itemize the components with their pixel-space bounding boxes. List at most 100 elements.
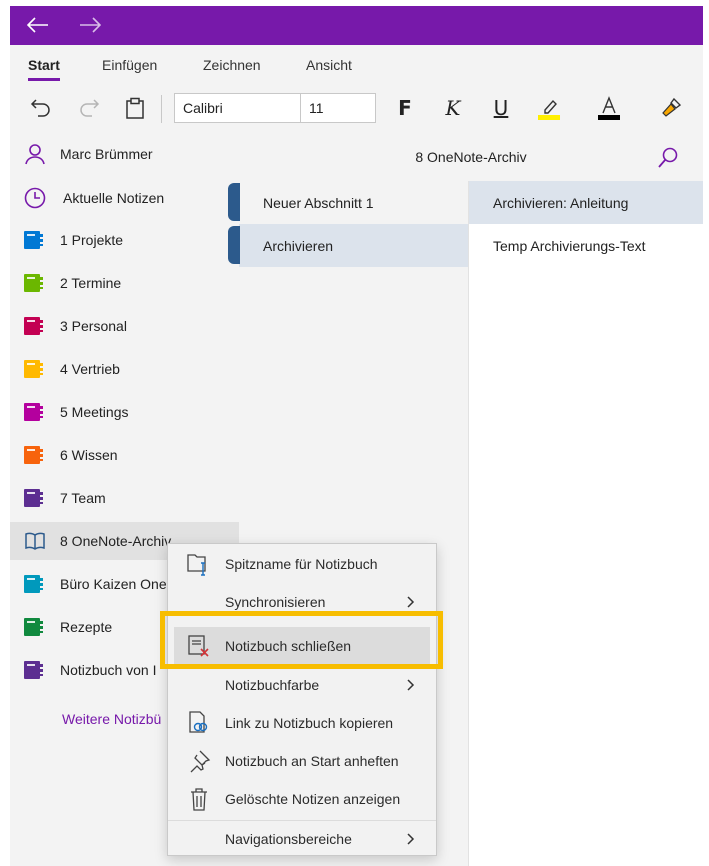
font-size-field[interactable]: 11: [300, 93, 376, 123]
notebook-icon: [24, 358, 46, 380]
undo-button[interactable]: [26, 93, 56, 123]
ribbon: Start Einfügen Zeichnen Ansicht Calibri …: [10, 45, 703, 135]
section-color-tab: [228, 183, 240, 221]
open-book-icon: [24, 530, 46, 552]
tab-ansicht[interactable]: Ansicht: [306, 55, 352, 83]
section-color-tab: [228, 226, 240, 264]
chevron-right-icon: [404, 678, 418, 692]
menu-item-label: Gelöschte Notizen anzeigen: [225, 791, 401, 807]
tab-start[interactable]: Start: [28, 55, 60, 83]
menu-item-pin-to-start[interactable]: Notizbuch an Start anheften: [168, 742, 436, 780]
notebook-label: Rezepte: [60, 619, 113, 635]
notebook-label: 7 Team: [60, 490, 106, 506]
highlight-button[interactable]: [534, 93, 564, 123]
close-notebook-icon: [186, 633, 212, 659]
notebook-item[interactable]: 5 Meetings: [10, 393, 239, 431]
notebook-header: 8 OneNote-Archiv: [239, 135, 703, 181]
menu-item-deleted-notes[interactable]: Gelöschte Notizen anzeigen: [168, 780, 436, 818]
user-name: Marc Brümmer: [60, 146, 153, 162]
menu-item-label: Synchronisieren: [225, 594, 326, 610]
underline-button[interactable]: U: [486, 93, 516, 123]
format-toolbar: Calibri 11 F K U: [10, 91, 703, 127]
recent-notes[interactable]: Aktuelle Notizen: [10, 179, 239, 217]
notebook-item[interactable]: 6 Wissen: [10, 436, 239, 474]
trash-icon: [186, 786, 212, 812]
menu-item-label: Notizbuchfarbe: [225, 677, 320, 693]
arrow-left-icon: [27, 17, 48, 33]
notebook-item[interactable]: 1 Projekte: [10, 221, 239, 259]
bold-button[interactable]: F: [390, 93, 420, 123]
notebook-item[interactable]: 2 Termine: [10, 264, 239, 302]
title-bar: [10, 6, 703, 45]
menu-item-sync[interactable]: Synchronisieren: [168, 583, 436, 621]
clipboard-icon: [126, 97, 144, 119]
notebook-label: 4 Vertrieb: [60, 361, 120, 377]
tab-einfuegen[interactable]: Einfügen: [102, 55, 157, 83]
menu-item-notebook-color[interactable]: Notizbuchfarbe: [168, 666, 436, 704]
section-item[interactable]: Neuer Abschnitt 1: [239, 181, 468, 224]
menu-item-label: Spitzname für Notizbuch: [225, 556, 378, 572]
forward-button[interactable]: [76, 12, 104, 38]
notebook-icon: [24, 401, 46, 423]
menu-item-copy-link[interactable]: Link zu Notizbuch kopieren: [168, 704, 436, 742]
ribbon-tabs: Start Einfügen Zeichnen Ansicht: [10, 55, 703, 83]
more-notebooks-link[interactable]: Weitere Notizbü: [62, 711, 161, 727]
paste-button[interactable]: [120, 93, 150, 123]
arrow-right-icon: [80, 17, 101, 33]
highlighter-icon: [538, 99, 560, 120]
notebook-label: 2 Termine: [60, 275, 122, 291]
menu-item-label: Notizbuch an Start anheften: [225, 753, 399, 769]
page-item[interactable]: Temp Archivierungs-Text: [469, 224, 703, 267]
font-name-field[interactable]: Calibri: [174, 93, 302, 123]
user-account[interactable]: Marc Brümmer: [10, 135, 239, 173]
redo-icon: [80, 99, 100, 117]
notebook-icon: [24, 444, 46, 466]
menu-item-rename[interactable]: Spitzname für Notizbuch: [168, 545, 436, 583]
notebook-context-menu: Spitzname für Notizbuch Synchronisieren …: [167, 543, 437, 856]
person-icon: [24, 143, 46, 165]
notebook-icon: [24, 487, 46, 509]
notebook-label: 1 Projekte: [60, 232, 124, 248]
notebook-item[interactable]: 4 Vertrieb: [10, 350, 239, 388]
menu-item-label: Notizbuch schließen: [225, 638, 352, 654]
notebook-icon: [24, 229, 46, 251]
notebook-icon: [24, 659, 46, 681]
italic-button[interactable]: K: [438, 93, 468, 123]
page-item-selected[interactable]: Archivieren: Anleitung: [469, 181, 703, 224]
notebook-label: Büro Kaizen One: [60, 576, 167, 592]
chevron-right-icon: [404, 595, 418, 609]
font-color-button[interactable]: [594, 93, 624, 123]
format-painter-button[interactable]: [656, 93, 686, 123]
menu-item-navigation-panes[interactable]: Navigationsbereiche: [168, 820, 436, 858]
section-item-selected[interactable]: Archivieren: [239, 224, 468, 267]
menu-item-label: Navigationsbereiche: [225, 831, 352, 847]
clock-icon: [24, 187, 46, 209]
redo-button[interactable]: [74, 93, 104, 123]
notebook-item[interactable]: 7 Team: [10, 479, 239, 517]
notebook-item[interactable]: 3 Personal: [10, 307, 239, 345]
recent-notes-label: Aktuelle Notizen: [63, 190, 165, 206]
notebook-label: 5 Meetings: [60, 404, 129, 420]
tab-zeichnen[interactable]: Zeichnen: [203, 55, 261, 83]
notebook-title: 8 OneNote-Archiv: [415, 149, 527, 165]
menu-item-label: Link zu Notizbuch kopieren: [225, 715, 394, 731]
page-label: Archivieren: Anleitung: [493, 194, 629, 211]
notebook-icon: [24, 315, 46, 337]
undo-icon: [30, 99, 50, 117]
notebook-label: 3 Personal: [60, 318, 127, 334]
toolbar-divider: [161, 95, 162, 123]
notebook-icon: [24, 272, 46, 294]
back-button[interactable]: [24, 12, 52, 38]
search-button[interactable]: [655, 145, 681, 171]
menu-item-close-notebook[interactable]: Notizbuch schließen: [174, 627, 430, 665]
search-icon: [658, 147, 678, 168]
onenote-window: Start Einfügen Zeichnen Ansicht Calibri …: [10, 6, 703, 866]
copy-link-icon: [186, 710, 212, 736]
notebook-label: 6 Wissen: [60, 447, 118, 463]
font-color-icon: [598, 96, 620, 120]
pin-icon: [186, 748, 212, 774]
notebook-icon: [24, 573, 46, 595]
page-label: Temp Archivierungs-Text: [493, 237, 646, 254]
section-label: Archivieren: [263, 237, 334, 254]
format-painter-icon: [662, 97, 682, 117]
